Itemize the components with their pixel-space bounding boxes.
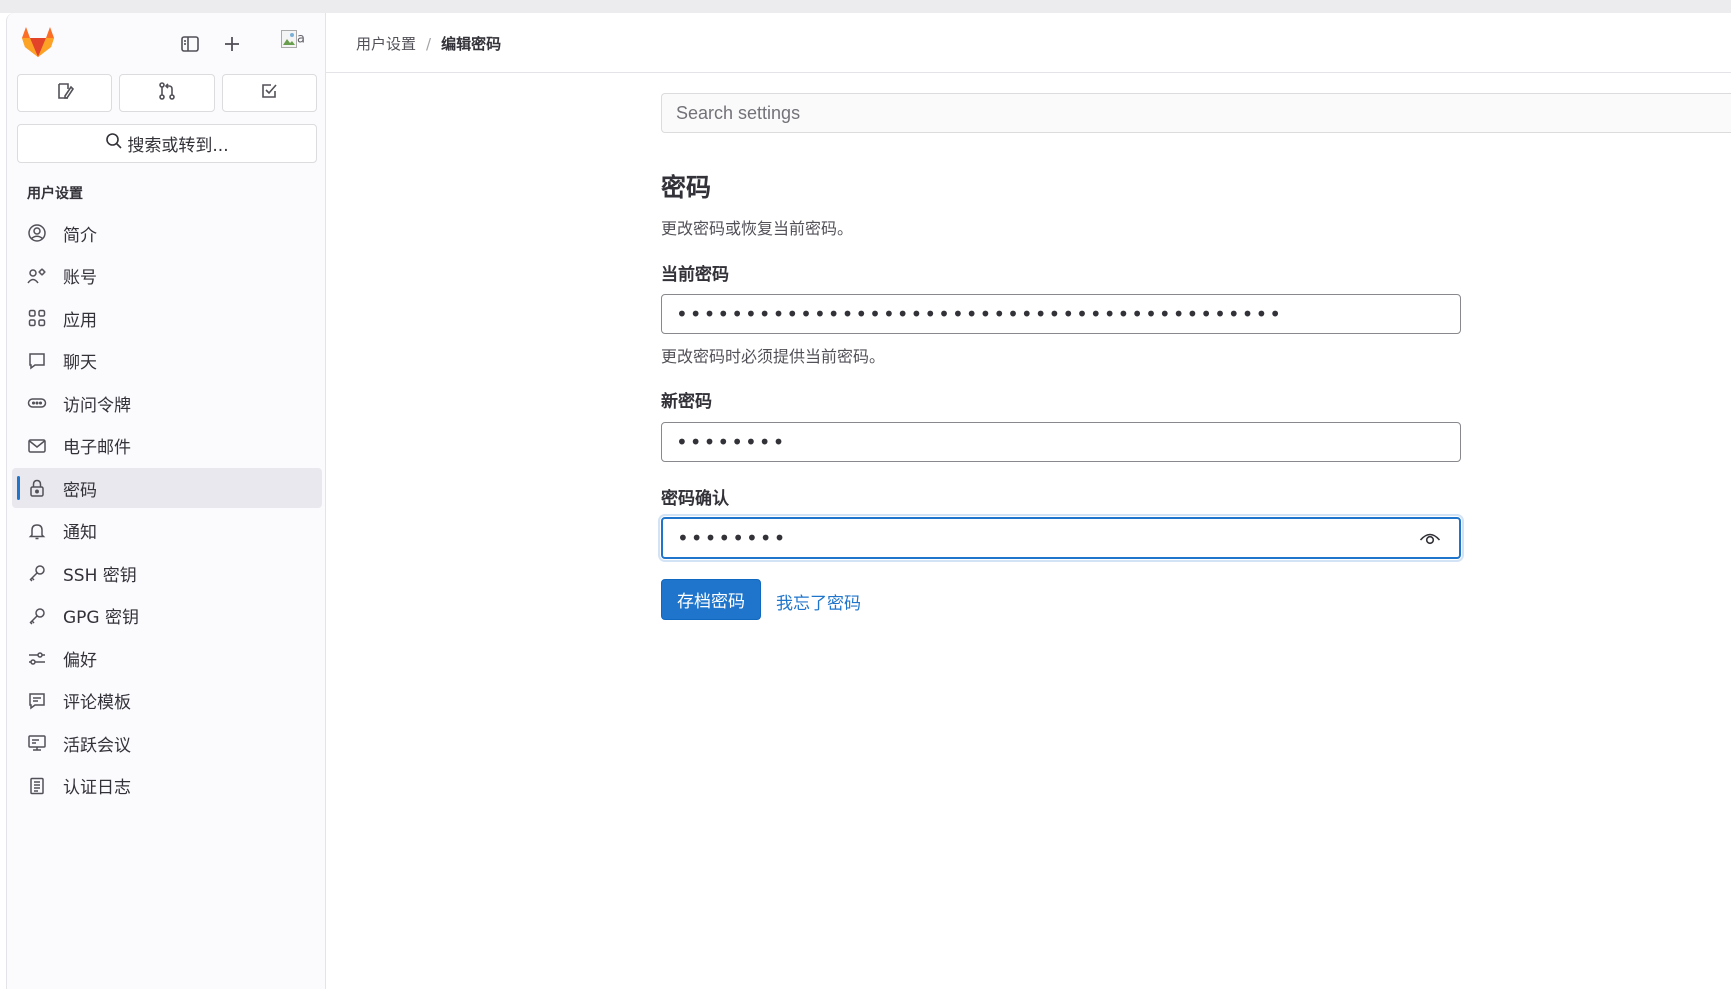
current-password-field[interactable]: ••••••••••••••••••••••••••••••••••••••••… — [661, 294, 1461, 334]
confirm-password-value: •••••••• — [677, 526, 788, 550]
sidebar-item-label: 偏好 — [63, 650, 97, 671]
gitlab-tanuki-icon[interactable] — [21, 26, 55, 58]
user-circle-icon — [26, 222, 48, 244]
sidebar-item-applications[interactable]: 应用 — [12, 298, 322, 338]
search-settings-input[interactable] — [661, 93, 1731, 133]
sidebar-item-comment-templates[interactable]: 评论模板 — [12, 681, 322, 721]
avatar[interactable]: a — [281, 30, 311, 58]
comment-template-icon — [26, 690, 48, 712]
forgot-password-link[interactable]: 我忘了密码 — [776, 589, 861, 614]
main-content: 密码 更改密码或恢复当前密码。 当前密码 •••••••••••••••••••… — [661, 93, 1731, 620]
sidebar-item-notifications[interactable]: 通知 — [12, 511, 322, 551]
monitor-icon — [26, 732, 48, 754]
sidebar-item-active-sessions[interactable]: 活跃会议 — [12, 723, 322, 763]
sidebar-item-label: 账号 — [63, 268, 97, 288]
sidebar-item-label: 活跃会议 — [63, 735, 131, 756]
top-header: 用户设置 / 编辑密码 — [326, 13, 1731, 73]
sidebar-item-gpg-keys[interactable]: GPG 密钥 — [12, 596, 322, 636]
issues-icon — [55, 81, 75, 106]
sidebar-top-bar: a — [7, 13, 327, 73]
sidebar-item-label: 认证日志 — [63, 778, 131, 798]
sidebar-item-emails[interactable]: 电子邮件 — [12, 426, 322, 466]
search-button[interactable]: 搜索或转到... — [17, 124, 317, 163]
breadcrumb-edit-password[interactable]: 编辑密码 — [441, 33, 501, 54]
sidebar-item-label: 密码 — [63, 480, 97, 501]
save-password-button[interactable]: 存档密码 — [661, 579, 761, 620]
merge-requests-button[interactable] — [119, 74, 215, 112]
page-title: 密码 — [661, 173, 712, 202]
app-window: a 搜索或转到... 用户设置 简介 账号 应用 聊天 访问令牌 电子邮件 密码… — [0, 13, 1731, 989]
sidebar-item-label: 应用 — [63, 310, 97, 331]
sidebar-item-password[interactable]: 密码 — [12, 468, 322, 508]
search-icon — [105, 132, 123, 155]
current-password-label: 当前密码 — [661, 265, 729, 285]
sidebar-item-ssh-keys[interactable]: SSH 密钥 — [12, 553, 322, 593]
new-password-field[interactable]: •••••••• — [661, 422, 1461, 462]
sidebar-section-title: 用户设置 — [27, 186, 83, 202]
sidebar-item-preferences[interactable]: 偏好 — [12, 638, 322, 678]
confirm-password-label: 密码确认 — [661, 489, 729, 509]
sidebar-item-label: 电子邮件 — [63, 438, 131, 458]
todo-icon — [259, 81, 279, 106]
sidebar-item-label: 简介 — [63, 225, 97, 246]
confirm-password-field[interactable]: •••••••• — [661, 517, 1461, 559]
token-icon — [26, 392, 48, 414]
search-button-label: 搜索或转到... — [127, 136, 229, 156]
breadcrumb: 用户设置 / 编辑密码 — [356, 33, 501, 54]
breadcrumb-separator: / — [426, 34, 432, 53]
merge-request-icon — [157, 81, 177, 106]
comment-icon — [26, 350, 48, 372]
todos-button[interactable] — [221, 74, 317, 112]
sidebar-item-access-tokens[interactable]: 访问令牌 — [12, 383, 322, 423]
sidebar-item-label: 聊天 — [63, 353, 97, 373]
current-password-help: 更改密码时必须提供当前密码。 — [661, 347, 886, 366]
sidebar-item-account[interactable]: 账号 — [12, 256, 322, 296]
quick-actions — [17, 74, 317, 112]
page-description: 更改密码或恢复当前密码。 — [661, 219, 854, 238]
mail-icon — [26, 435, 48, 457]
breadcrumb-user-settings[interactable]: 用户设置 — [356, 33, 416, 54]
issues-button[interactable] — [17, 74, 113, 112]
plus-icon[interactable] — [219, 31, 245, 57]
sidebar-nav: 简介 账号 应用 聊天 访问令牌 电子邮件 密码 通知 SSH 密钥 GPG 密… — [12, 213, 322, 808]
sidebar-item-label: 访问令牌 — [63, 395, 131, 416]
lock-icon — [26, 477, 48, 499]
avatar-alt-text: a — [297, 31, 305, 47]
sidebar-item-label: 通知 — [63, 523, 97, 543]
grid-icon — [26, 307, 48, 329]
sidebar: a 搜索或转到... 用户设置 简介 账号 应用 聊天 访问令牌 电子邮件 密码… — [6, 13, 326, 989]
sidebar-item-auth-log[interactable]: 认证日志 — [12, 766, 322, 806]
new-password-value: •••••••• — [676, 430, 787, 454]
bell-icon — [26, 520, 48, 542]
new-password-label: 新密码 — [661, 392, 712, 412]
key-icon — [26, 562, 48, 584]
sidebar-item-profile[interactable]: 简介 — [12, 213, 322, 253]
sidebar-item-chat[interactable]: 聊天 — [12, 341, 322, 381]
account-gear-icon — [26, 265, 48, 287]
sidebar-toggle-icon[interactable] — [177, 31, 203, 57]
preferences-icon — [26, 647, 48, 669]
sidebar-item-label: SSH 密钥 — [63, 565, 137, 586]
eye-icon[interactable] — [1419, 528, 1441, 548]
sidebar-item-label: GPG 密钥 — [63, 608, 140, 628]
log-icon — [26, 775, 48, 797]
current-password-value: ••••••••••••••••••••••••••••••••••••••••… — [676, 302, 1284, 326]
sidebar-item-label: 评论模板 — [63, 693, 131, 713]
key-icon — [26, 605, 48, 627]
